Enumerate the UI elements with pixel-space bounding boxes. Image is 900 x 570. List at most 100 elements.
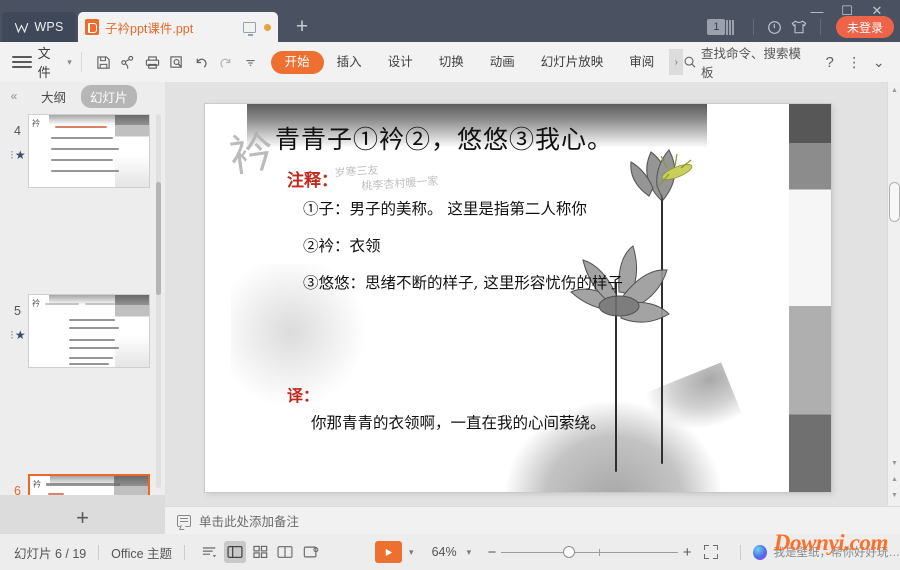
scroll-up-arrow-icon[interactable]: ▲ — [888, 84, 900, 97]
zoom-in-button[interactable]: + — [678, 544, 696, 561]
tab-transitions[interactable]: 切换 — [426, 51, 477, 74]
thumbnail-slide-5[interactable]: 衿 — [28, 294, 150, 368]
current-slide-canvas[interactable]: 衿 青青子①衿②，悠悠③我心。 注释： 岁寒三友 桃李杏村暖一家 ①子：男子的美… — [205, 104, 831, 492]
theme-label[interactable]: Office 主题 — [111, 543, 172, 562]
save-icon[interactable] — [91, 50, 116, 74]
slide-sorter-view-button[interactable] — [250, 541, 271, 563]
translation-heading[interactable]: 译： — [287, 382, 319, 406]
title-bar: WPS 子衿ppt课件.ppt + — ☐ ✕ 1 未登录 — [0, 0, 900, 42]
more-options-button[interactable]: ⋮ — [842, 50, 867, 74]
calligraphy-brush-glyph: 衿 — [225, 115, 277, 185]
notes-bar[interactable]: 单击此处添加备注 — [165, 506, 900, 534]
tab-count-badge[interactable]: 1 — [707, 19, 725, 35]
tab-design[interactable]: 设计 — [375, 51, 426, 74]
outline-list-view-button[interactable] — [199, 541, 220, 563]
document-tab-title: 子衿ppt课件.ppt — [105, 18, 243, 37]
annotation-1: ①子：男子的美称。 这里是指第二人称你 — [281, 196, 626, 222]
notes-placeholder: 单击此处添加备注 — [199, 511, 299, 530]
slide-editor-stage[interactable]: 衿 青青子①衿②，悠悠③我心。 注释： 岁寒三友 桃李杏村暖一家 ①子：男子的美… — [165, 82, 900, 506]
hand-gesture-icon[interactable] — [763, 16, 787, 38]
share-icon[interactable] — [115, 50, 140, 74]
note-bubble-icon — [177, 515, 191, 527]
tab-outline[interactable]: 大纲 — [32, 85, 75, 108]
ink-wash-right-decor — [789, 104, 831, 492]
previous-slide-button[interactable]: ▲ — [888, 473, 900, 486]
customize-dropdown-icon[interactable] — [238, 50, 263, 74]
collapse-panel-button[interactable]: « — [0, 89, 26, 103]
ribbon-right-tools: 查找命令、搜索模板 ? ⋮ ⌄ — [683, 43, 900, 81]
document-tab[interactable]: 子衿ppt课件.ppt — [78, 12, 278, 42]
wps-logo-icon — [14, 21, 29, 34]
print-icon[interactable] — [140, 50, 165, 74]
tab-stack-icon[interactable] — [726, 20, 734, 35]
ribbon-toolbar: 文件 ▾ 开始 插入 设计 切换 动画 幻灯片放映 — [0, 42, 900, 82]
fit-to-window-icon[interactable] — [704, 545, 718, 559]
scroll-down-arrow-icon[interactable]: ▼ — [888, 457, 900, 470]
divider — [820, 19, 821, 35]
reading-view-button[interactable] — [275, 541, 296, 563]
ppt-file-icon — [85, 19, 99, 35]
help-button[interactable]: ? — [817, 50, 842, 74]
thumbnail-scrollbar[interactable] — [156, 114, 161, 488]
thumbnail-number: 4 — [14, 124, 21, 138]
wps-home-button[interactable]: WPS — [2, 12, 76, 42]
list-item[interactable]: 4 ★ 衿 — [0, 110, 165, 197]
tab-insert[interactable]: 插入 — [324, 51, 375, 74]
tab-animations[interactable]: 动画 — [477, 51, 528, 74]
search-box[interactable]: 查找命令、搜索模板 — [683, 43, 811, 81]
tab-review[interactable]: 审阅 — [616, 51, 667, 74]
list-item[interactable]: 5 ★ 衿 — [0, 290, 165, 377]
skin-shirt-icon[interactable] — [787, 16, 811, 38]
new-tab-button[interactable]: + — [284, 12, 320, 42]
collapse-ribbon-button[interactable]: ⌄ — [867, 50, 892, 74]
annotation-text-block[interactable]: ①子：男子的美称。 这里是指第二人称你 ②衿：衣领 ③悠悠：思绪不断的样子, 这… — [281, 196, 626, 307]
next-slide-button[interactable]: ▼ — [888, 489, 900, 502]
thumbnail-slide-6[interactable]: 衿 — [28, 474, 150, 495]
animation-star-icon: ★ — [10, 148, 26, 162]
undo-icon[interactable] — [189, 50, 214, 74]
thumbnail-list[interactable]: 4 ★ 衿 5 ★ — [0, 110, 165, 495]
wallpaper-promo-text[interactable]: 我是壁纸，帮你好好玩… — [774, 544, 900, 560]
zoom-level-label[interactable]: 64% — [432, 545, 457, 559]
list-item[interactable]: 6 ★ 衿 — [0, 470, 165, 495]
divider — [184, 545, 185, 560]
thumbnail-scrollbar-thumb[interactable] — [156, 182, 161, 295]
animation-star-icon: ★ — [10, 328, 26, 342]
notes-heading[interactable]: 注释： — [287, 166, 338, 191]
tab-slides[interactable]: 幻灯片 — [81, 85, 137, 108]
zoom-out-button[interactable]: − — [483, 544, 501, 561]
chevron-down-icon[interactable]: ▾ — [67, 57, 72, 68]
status-bar: 幻灯片 6 / 19 Office 主题 ▾ 64% ▾ − + — [0, 534, 900, 570]
divider — [81, 52, 82, 72]
normal-view-button[interactable] — [224, 541, 245, 563]
wallpaper-icon[interactable] — [753, 545, 766, 560]
tabs-overflow-button[interactable]: › — [669, 49, 683, 75]
slide-counter[interactable]: 幻灯片 6 / 19 — [14, 543, 86, 562]
print-preview-icon[interactable] — [164, 50, 189, 74]
slide-title[interactable]: 青青子①衿②，悠悠③我心。 — [275, 120, 801, 156]
login-button[interactable]: 未登录 — [836, 16, 894, 38]
thumb-brush-glyph: 衿 — [32, 298, 40, 309]
search-placeholder: 查找命令、搜索模板 — [701, 43, 811, 81]
seal-decorative-text: 岁寒三友 桃李杏村暖一家 — [334, 154, 496, 199]
panel-tabs: « 大纲 幻灯片 — [0, 82, 165, 110]
thumbnail-slide-4[interactable]: 衿 — [28, 114, 150, 188]
tab-home[interactable]: 开始 — [271, 51, 324, 74]
zoom-slider-handle[interactable] — [563, 546, 575, 558]
start-slideshow-button[interactable] — [375, 541, 402, 563]
monitor-icon[interactable] — [243, 22, 256, 33]
redo-icon[interactable] — [214, 50, 239, 74]
unsaved-dot-icon — [264, 24, 271, 31]
slideshow-dropdown-icon[interactable]: ▾ — [409, 547, 414, 558]
file-menu-label[interactable]: 文件 — [38, 43, 64, 81]
zoom-slider-tick — [599, 549, 600, 556]
notes-page-view-button[interactable] — [300, 541, 321, 563]
slide-vertical-scrollbar[interactable]: ▲ ▼ ▲ ▼ — [887, 82, 900, 506]
scrollbar-thumb[interactable] — [889, 182, 900, 222]
tab-slideshow[interactable]: 幻灯片放映 — [528, 51, 617, 74]
zoom-slider[interactable] — [501, 552, 678, 553]
zoom-dropdown-icon[interactable]: ▾ — [467, 547, 472, 558]
divider — [753, 19, 754, 35]
translation-text[interactable]: 你那青青的衣领啊，一直在我的心间萦绕。 — [281, 410, 611, 437]
menu-hamburger-icon[interactable] — [12, 53, 32, 71]
